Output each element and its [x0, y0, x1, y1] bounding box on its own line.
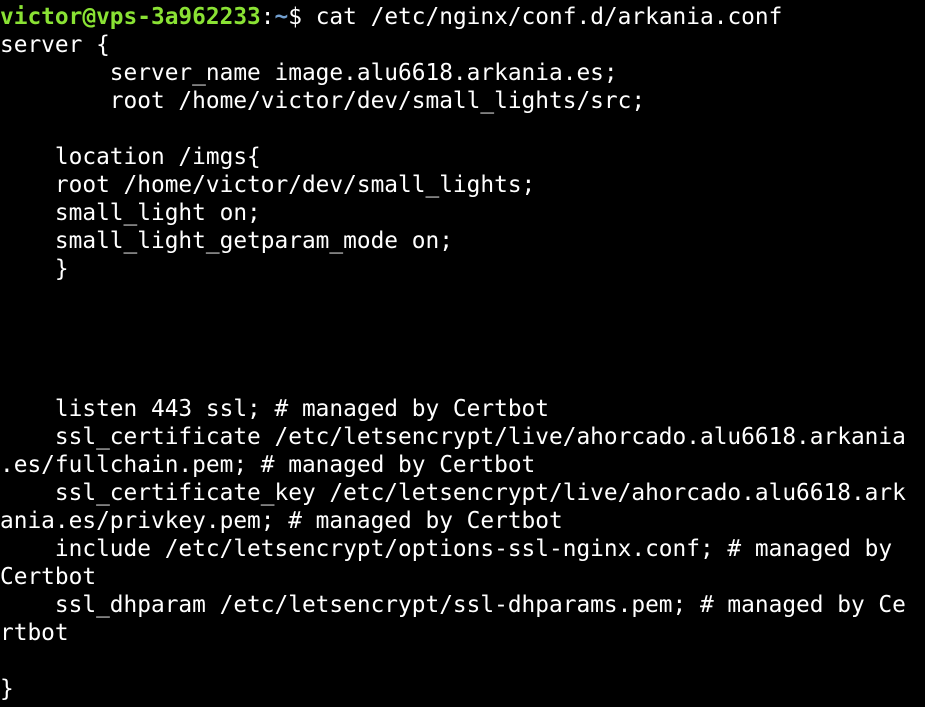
prompt-symbol: $ [288, 4, 316, 30]
output-line: small_light on; [0, 200, 261, 226]
terminal-output: server { server_name image.alu6618.arkan… [0, 31, 925, 703]
output-line: listen 443 ssl; # managed by Certbot [0, 396, 549, 422]
output-line: ssl_certificate_key /etc/letsencrypt/liv… [0, 480, 906, 506]
output-line: Certbot [0, 564, 97, 590]
prompt-colon: : [260, 4, 275, 30]
output-line: small_light_getparam_mode on; [0, 228, 453, 254]
output-line: server { [0, 32, 110, 58]
output-line: root /home/victor/dev/small_lights/src; [0, 88, 646, 114]
output-line: ssl_certificate /etc/letsencrypt/live/ah… [0, 424, 906, 450]
output-line: } [0, 256, 69, 282]
terminal-window[interactable]: victor@vps-3a962233:~$ cat /etc/nginx/co… [0, 0, 925, 707]
command-text: cat /etc/nginx/conf.d/arkania.conf [315, 4, 783, 30]
output-line: include /etc/letsencrypt/options-ssl-ngi… [0, 536, 906, 562]
output-line: } [0, 676, 14, 702]
output-line: ania.es/privkey.pem; # managed by Certbo… [0, 508, 563, 534]
output-line: .es/fullchain.pem; # managed by Certbot [0, 452, 536, 478]
prompt-user-host: victor@vps-3a962233 [0, 4, 261, 30]
output-line: server_name image.alu6618.arkania.es; [0, 60, 618, 86]
prompt-path: ~ [274, 4, 289, 30]
output-line: root /home/victor/dev/small_lights; [0, 172, 536, 198]
output-line: rtbot [0, 620, 69, 646]
prompt-line: victor@vps-3a962233:~$ cat /etc/nginx/co… [0, 3, 925, 31]
output-line: location /imgs{ [0, 144, 261, 170]
output-line: ssl_dhparam /etc/letsencrypt/ssl-dhparam… [0, 592, 906, 618]
